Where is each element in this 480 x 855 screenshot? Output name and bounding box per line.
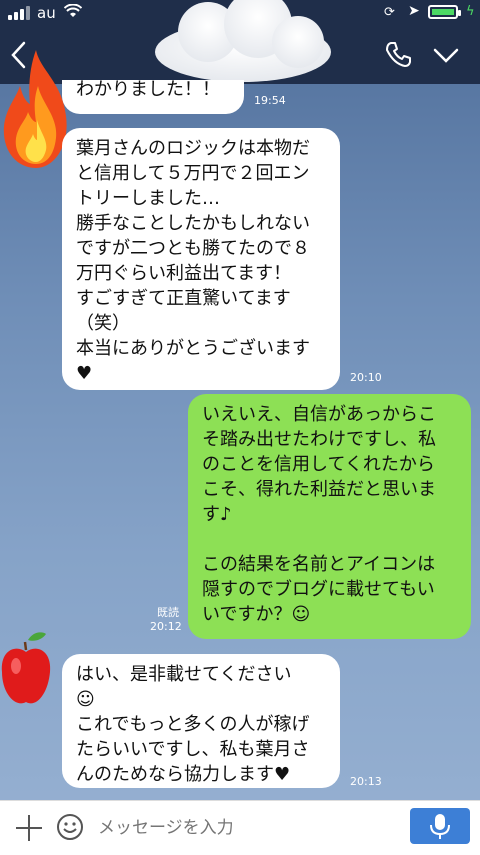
message-bubble-sent[interactable]: いえいえ、自信があっからこ そ踏み出せたわけですし、私 のことを信用してくれたか… [188,394,471,639]
heart-emoji: ♥ [76,363,93,384]
message-text-line: 葉月さんのロジックは本物だ [76,138,310,159]
microphone-button[interactable] [410,808,470,844]
smiling-emoji: ☺ [76,689,95,710]
message-text-line: トリーしました… [76,188,220,209]
message-bubble-received[interactable]: わかりました！！ [62,80,244,114]
wifi-icon [64,4,82,17]
message-text-line: す♪ [202,504,232,525]
message-text-line: （笑） [76,313,130,334]
microphone-icon [430,814,450,839]
message-text-line: この結果を名前とアイコンは [202,554,436,575]
apple-sticker-image [1,632,51,704]
chevron-down-icon[interactable] [432,44,460,66]
message-text-line: 万円ぐらい利益出てます！ [76,263,292,284]
message-text-line: 本当にありがとうございます [76,338,310,359]
message-text-line: そ踏み出せたわけですし、私 [202,429,436,450]
message-text-line: いですか？☺ [202,604,311,625]
message-text-line: いえいえ、自信があっからこ [202,404,436,425]
message-text-line: はい、是非載せてください [76,664,292,685]
message-text-line: んのためなら協力します♥ [76,764,291,785]
message-text-line: わかりました！！ [76,79,220,100]
message-input[interactable] [96,811,400,845]
phone-call-icon[interactable] [384,40,412,68]
location-arrow-icon: ➤ [408,3,420,19]
message-timestamp: 19:54 [254,94,286,107]
carrier-label: au [37,4,56,22]
message-bubble-received[interactable]: 葉月さんのロジックは本物だ と信用して５万円で２回エン トリーしました… 勝手な… [62,128,340,390]
message-text-line: 勝手なことしたかもしれない [76,213,310,234]
message-text-line: のことを信用してくれたから [202,454,435,475]
signal-strength-icon [8,6,30,20]
message-text-line: と信用して５万円で２回エン [76,163,310,184]
message-bubble-received[interactable]: はい、是非載せてください ☺ これでもっと多くの人が稼げ たらいいですし、私も葉… [62,654,340,788]
battery-icon [428,5,461,19]
rotation-lock-icon: ⟳ [384,5,395,20]
message-text-line: たらいいですし、私も葉月さ [76,739,310,760]
emoji-icon[interactable] [56,813,84,841]
message-text-line: こそ、得れた利益だと思いま [202,479,436,500]
charging-bolt-icon: ϟ [466,4,475,19]
plus-icon[interactable] [14,813,44,843]
message-text-line: これでもっと多くの人が稼げ [76,714,310,735]
read-receipt: 既読 [157,606,179,619]
message-input-bar [0,800,480,855]
message-text-line: すごすぎて正直驚いてます [76,288,291,309]
message-timestamp: 20:10 [350,371,382,384]
message-timestamp: 20:13 [350,775,382,788]
message-timestamp: 20:12 [150,620,182,633]
message-text-line: ですが二つとも勝てたので８ [76,238,310,259]
message-text-line: 隠すのでブログに載せてもい [202,579,435,600]
cloud-sticker-image [155,0,331,82]
